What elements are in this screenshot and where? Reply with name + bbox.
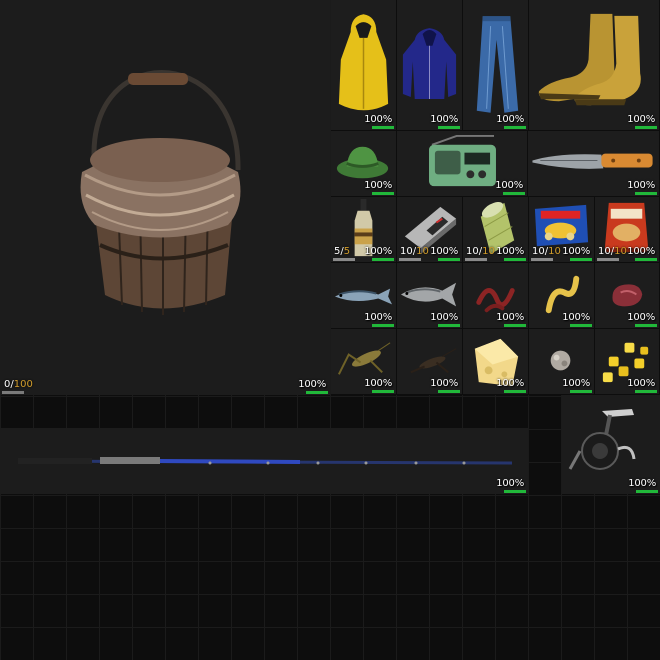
item-slot-meat-bait[interactable]: 100%: [595, 263, 660, 329]
jeans-icon: [476, 16, 519, 113]
condition-label: 100%: [496, 114, 524, 125]
condition-label: 100%: [430, 246, 458, 257]
item-slot-boots[interactable]: 100%: [529, 0, 660, 131]
quantity-bar: [597, 258, 619, 261]
item-slot-chips-bag[interactable]: 10/10 100%: [595, 197, 660, 263]
condition-label: 100%: [364, 114, 392, 125]
condition-bar: [372, 258, 394, 261]
item-slot-mackerel[interactable]: 100%: [331, 263, 397, 329]
condition-bar: [636, 490, 658, 493]
condition-bar: [372, 390, 394, 393]
item-slot-cheese[interactable]: 100%: [463, 329, 529, 395]
condition-bar: [504, 126, 526, 129]
item-slot-fishing-rod[interactable]: 100%: [0, 428, 528, 494]
item-slot-red-worm[interactable]: 100%: [463, 263, 529, 329]
item-slot-phone-box[interactable]: 10/10 100%: [397, 197, 463, 263]
condition-label: 100%: [364, 246, 392, 257]
quantity-readout: 10/10: [598, 246, 627, 257]
condition-bar: [570, 258, 592, 261]
item-slot-cricket[interactable]: 100%: [397, 329, 463, 395]
condition-label: 100%: [430, 378, 458, 389]
condition-label: 100%: [496, 312, 524, 323]
quantity-readout: 5/5: [334, 246, 351, 257]
condition-bar: [570, 324, 592, 327]
condition-label: 100%: [298, 379, 326, 390]
item-slot-raincoat[interactable]: 100%: [331, 0, 397, 131]
condition-bar: [438, 258, 460, 261]
condition-label: 100%: [364, 312, 392, 323]
item-slot-bucket-hat[interactable]: 100%: [331, 131, 397, 197]
condition-label: 100%: [627, 312, 655, 323]
quantity-bar: [333, 258, 355, 261]
item-slot-reel[interactable]: 100%: [562, 395, 660, 494]
item-slot-jeans[interactable]: 100%: [463, 0, 529, 131]
capacity-readout: 0/100: [4, 379, 33, 390]
item-slot-radio[interactable]: 100%: [397, 131, 528, 197]
quantity-readout: 10/10: [532, 246, 561, 257]
quantity-readout: 10/10: [400, 246, 429, 257]
condition-label: 100%: [364, 180, 392, 191]
condition-label: 100%: [364, 378, 392, 389]
condition-label: 100%: [628, 478, 656, 489]
bucket-container-panel[interactable]: 0/100 100%: [0, 0, 330, 395]
hoodie-icon: [402, 28, 457, 99]
condition-label: 100%: [495, 180, 523, 191]
raincoat-icon: [338, 14, 389, 111]
item-slot-cracker-box[interactable]: 10/10 100%: [529, 197, 595, 263]
condition-bar: [504, 258, 526, 261]
quantity-bar: [399, 258, 421, 261]
condition-bar: [503, 192, 525, 195]
condition-bar: [504, 324, 526, 327]
item-slot-yellow-worm[interactable]: 100%: [529, 263, 595, 329]
condition-bar: [438, 390, 460, 393]
item-slot-corn[interactable]: 100%: [595, 329, 660, 395]
quantity-readout: 10/10: [466, 246, 495, 257]
condition-bar: [635, 390, 657, 393]
condition-label: 100%: [496, 478, 524, 489]
item-slot-fishing-line[interactable]: 10/10 100%: [463, 197, 529, 263]
condition-label: 100%: [627, 180, 655, 191]
condition-label: 100%: [562, 378, 590, 389]
fishing-rod-icon: [17, 457, 513, 465]
condition-label: 100%: [627, 378, 655, 389]
condition-label: 100%: [562, 312, 590, 323]
condition-bar: [372, 126, 394, 129]
condition-bar: [438, 126, 460, 129]
condition-bar: [306, 391, 328, 394]
condition-bar: [635, 126, 657, 129]
condition-bar: [635, 324, 657, 327]
item-slot-grasshopper[interactable]: 100%: [331, 329, 397, 395]
condition-bar: [635, 258, 657, 261]
condition-label: 100%: [496, 246, 524, 257]
boots-icon: [538, 13, 641, 106]
quantity-bar: [465, 258, 487, 261]
condition-label: 100%: [496, 378, 524, 389]
item-slot-hoodie[interactable]: 100%: [397, 0, 463, 131]
item-slot-bottle[interactable]: 5/5 100%: [331, 197, 397, 263]
condition-label: 100%: [627, 114, 655, 125]
condition-bar: [504, 390, 526, 393]
condition-bar: [372, 324, 394, 327]
condition-bar: [635, 192, 657, 195]
condition-label: 100%: [430, 312, 458, 323]
item-slot-dough-ball[interactable]: 100%: [529, 329, 595, 395]
condition-label: 100%: [627, 246, 655, 257]
condition-label: 100%: [562, 246, 590, 257]
condition-bar: [504, 490, 526, 493]
condition-bar: [438, 324, 460, 327]
condition-label: 100%: [430, 114, 458, 125]
quantity-bar: [531, 258, 553, 261]
capacity-bar: [2, 391, 24, 394]
condition-bar: [372, 192, 394, 195]
bucket-icon: [80, 70, 241, 315]
condition-bar: [570, 390, 592, 393]
item-slot-fish[interactable]: 100%: [397, 263, 463, 329]
item-slot-knife[interactable]: 100%: [528, 131, 660, 197]
